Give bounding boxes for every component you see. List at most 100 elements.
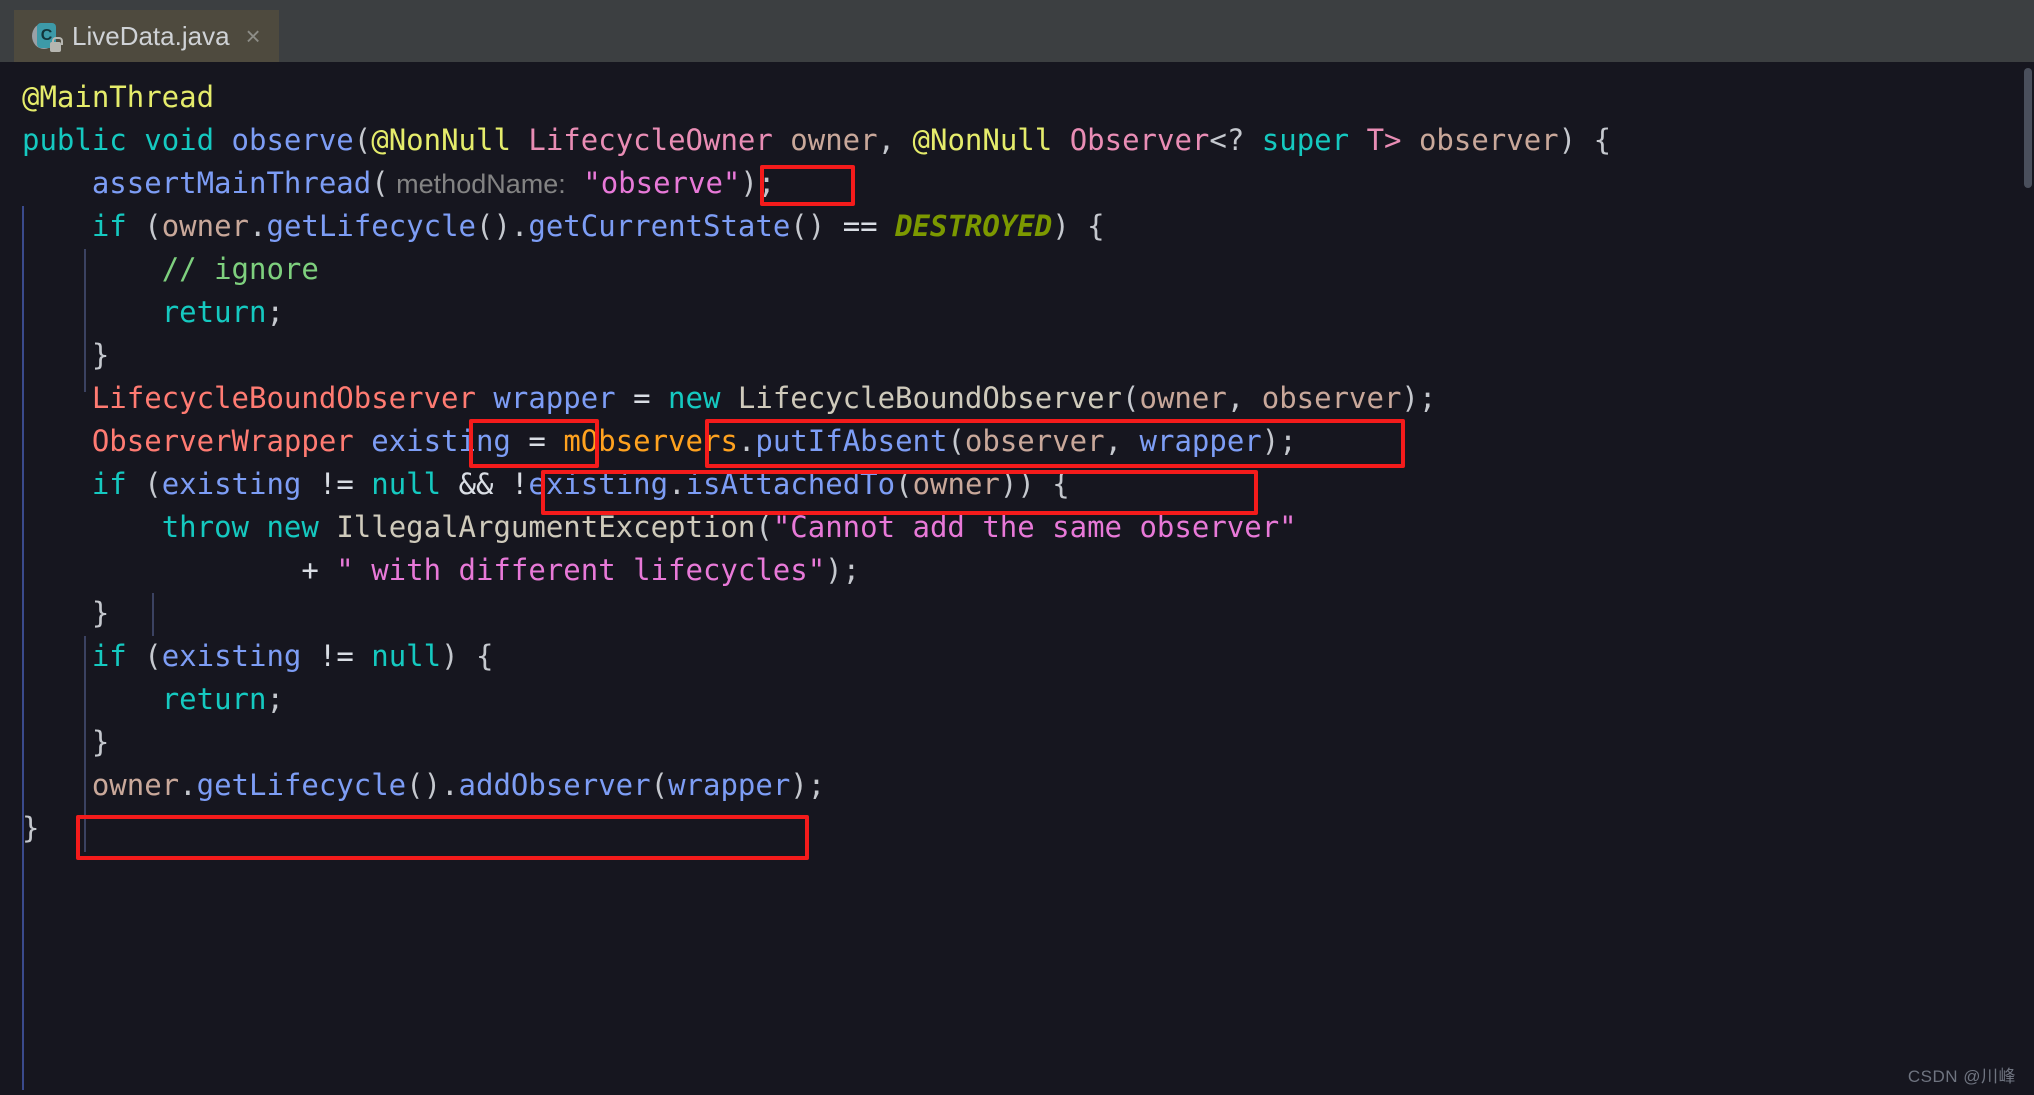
code-token: (: [1122, 381, 1140, 415]
code-line[interactable]: public void observe(@NonNull LifecycleOw…: [0, 119, 2034, 162]
code-line[interactable]: ObserverWrapper existing = mObservers.pu…: [0, 420, 2034, 463]
code-line[interactable]: return;: [0, 678, 2034, 721]
code-token: {: [476, 639, 494, 673]
code-line[interactable]: LifecycleBoundObserver wrapper = new Lif…: [0, 377, 2034, 420]
code-token: getCurrentState: [528, 209, 791, 243]
code-token: );: [740, 166, 776, 200]
code-line[interactable]: }: [0, 592, 2034, 635]
code-token: "observe": [583, 166, 741, 200]
code-line[interactable]: + " with different lifecycles");: [0, 549, 2034, 592]
close-icon[interactable]: ×: [246, 21, 261, 52]
code-token: .: [179, 768, 197, 802]
code-line[interactable]: if (existing != null) {: [0, 635, 2034, 678]
code-token: ,: [877, 123, 896, 157]
code-line[interactable]: }: [0, 807, 2034, 850]
code-editor[interactable]: @MainThread public void observe(@NonNull …: [0, 62, 2034, 1095]
code-token: ): [441, 639, 459, 673]
code-token: new: [668, 381, 721, 415]
code-token: throw: [161, 510, 249, 544]
code-token: getLifecycle: [196, 768, 407, 802]
code-token: @NonNull: [371, 123, 511, 157]
code-token: (: [353, 123, 372, 157]
code-line[interactable]: if (existing != null && !existing.isAtta…: [0, 463, 2034, 506]
code-token: owner: [912, 467, 1000, 501]
code-token: (: [144, 639, 162, 673]
code-line[interactable]: }: [0, 721, 2034, 764]
code-token: observe: [231, 123, 354, 157]
code-token: (: [947, 424, 965, 458]
code-line[interactable]: return;: [0, 291, 2034, 334]
code-token: ,: [1104, 424, 1123, 458]
editor-tab-bar: C LiveData.java ×: [0, 0, 2034, 68]
code-line[interactable]: assertMainThread( methodName: "observe")…: [0, 162, 2034, 205]
code-token: existing: [371, 424, 511, 458]
code-token: @NonNull: [912, 123, 1053, 157]
code-token: ObserverWrapper: [91, 424, 354, 458]
code-token: .: [737, 424, 756, 458]
code-token: <?: [1209, 123, 1245, 157]
scrollbar-thumb[interactable]: [2024, 68, 2032, 188]
lock-icon: [50, 37, 63, 52]
code-line[interactable]: if (owner.getLifecycle().getCurrentState…: [0, 205, 2034, 248]
code-token: {: [1593, 123, 1612, 157]
code-token: +: [301, 553, 319, 587]
code-line[interactable]: // ignore: [0, 248, 2034, 291]
code-token: observer: [964, 424, 1105, 458]
code-line[interactable]: }: [0, 334, 2034, 377]
code-token: .: [249, 209, 267, 243]
code-token: putIfAbsent: [755, 424, 948, 458]
code-token: ==: [842, 209, 878, 243]
code-token: observer: [1261, 381, 1402, 415]
code-token: null: [371, 639, 442, 673]
code-token: =: [633, 381, 651, 415]
code-token: observer: [1418, 123, 1559, 157]
code-line[interactable]: @MainThread: [0, 76, 2034, 119]
code-token: DESTROYED: [895, 209, 1053, 243]
code-token: Observer: [1069, 123, 1210, 157]
watermark-text: CSDN @川峰: [1907, 1067, 2016, 1086]
tab-livedata-java[interactable]: C LiveData.java ×: [14, 10, 279, 68]
code-line[interactable]: throw new IllegalArgumentException("Cann…: [0, 506, 2034, 549]
code-token: (: [371, 166, 389, 200]
code-token: public: [22, 123, 127, 157]
code-line[interactable]: owner.getLifecycle().addObserver(wrapper…: [0, 764, 2034, 807]
code-token: (: [144, 209, 162, 243]
code-token: wrapper: [493, 381, 616, 415]
code-token: !=: [318, 639, 354, 673]
code-token: &&: [458, 467, 494, 501]
code-token: existing: [528, 467, 669, 501]
code-token: void: [144, 123, 215, 157]
code-content[interactable]: @MainThread public void observe(@NonNull …: [0, 62, 2034, 850]
code-token: ): [1052, 209, 1070, 243]
code-token: (: [895, 467, 913, 501]
code-token: );: [790, 768, 826, 802]
code-token: (: [650, 768, 669, 802]
